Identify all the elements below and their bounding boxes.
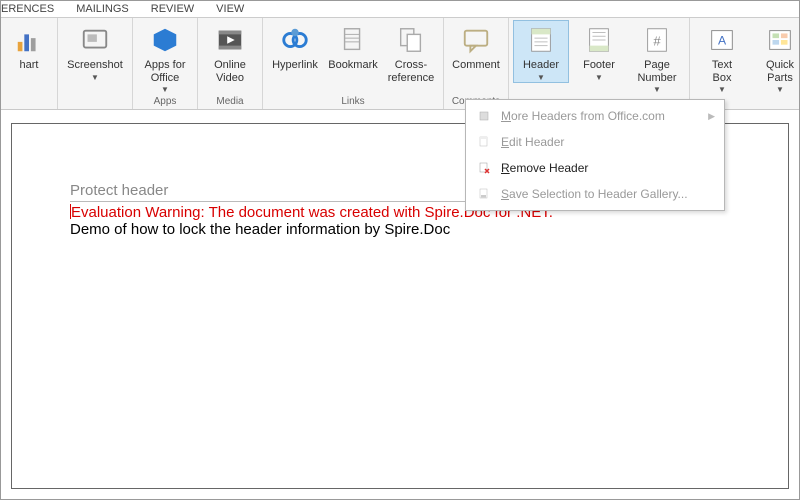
button-label: hart: [20, 59, 39, 72]
tab-references[interactable]: ERENCES: [1, 3, 54, 15]
edit-icon: [475, 133, 493, 151]
online-video-button[interactable]: OnlineVideo: [202, 20, 258, 84]
pagenum-icon: #: [641, 24, 673, 56]
group-label: Apps: [154, 95, 177, 108]
svg-text:A: A: [718, 34, 727, 48]
menu-item-label: More Headers from Office.com: [501, 109, 665, 123]
edit-header-item: Edit Header: [469, 129, 721, 155]
save-selection-item: Save Selection to Header Gallery...: [469, 181, 721, 207]
chevron-down-icon: ▼: [91, 73, 99, 82]
chevron-down-icon: ▼: [653, 85, 661, 94]
svg-text:#: #: [653, 34, 661, 49]
apps-for-office-button[interactable]: Apps forOffice▼: [137, 20, 193, 94]
chart-icon: [13, 24, 45, 56]
comment-icon: [460, 24, 492, 56]
footer-button[interactable]: Footer▼: [571, 20, 627, 82]
save-icon: [475, 185, 493, 203]
chevron-down-icon: ▼: [776, 85, 784, 94]
menu-tabs: ERENCES MAILINGS REVIEW VIEW: [1, 1, 799, 18]
comment-button[interactable]: Comment: [448, 20, 504, 72]
office-icon: [475, 107, 493, 125]
button-label: Comment: [452, 59, 500, 72]
button-label: Hyperlink: [272, 59, 318, 72]
quickparts-icon: [764, 24, 796, 56]
header-icon: [525, 24, 557, 56]
bookmark-button[interactable]: Bookmark: [325, 20, 381, 72]
chart-button[interactable]: hart: [5, 20, 53, 72]
more-headers-item: More Headers from Office.com ▶: [469, 103, 721, 129]
button-label: Cross-reference: [388, 59, 434, 84]
tab-review[interactable]: REVIEW: [151, 3, 194, 15]
button-label: Bookmark: [328, 59, 378, 72]
textbox-icon: A: [706, 24, 738, 56]
bookmark-icon: [337, 24, 369, 56]
menu-item-label: Edit Header: [501, 135, 564, 149]
header-button[interactable]: Header▼: [513, 20, 569, 83]
menu-item-label: Remove Header: [501, 161, 588, 175]
button-label: Footer: [583, 59, 615, 72]
apps-icon: [149, 24, 181, 56]
button-label: PageNumber: [637, 59, 676, 84]
button-label: OnlineVideo: [214, 59, 246, 84]
group-label: Links: [341, 95, 364, 108]
tab-mailings[interactable]: MAILINGS: [76, 3, 129, 15]
chevron-down-icon: ▼: [537, 73, 545, 82]
button-label: Apps forOffice: [145, 59, 186, 84]
tab-view[interactable]: VIEW: [216, 3, 244, 15]
button-label: TextBox: [712, 59, 732, 84]
link-icon: [279, 24, 311, 56]
group-label: Media: [216, 95, 243, 108]
chevron-down-icon: ▼: [718, 85, 726, 94]
button-label: Header: [523, 59, 559, 72]
remove-icon: [475, 159, 493, 177]
screenshot-icon: [79, 24, 111, 56]
footer-icon: [583, 24, 615, 56]
cross-reference-button[interactable]: Cross-reference: [383, 20, 439, 84]
ribbon: hartScreenshot▼Apps forOffice▼AppsOnline…: [1, 18, 799, 110]
page-number-button[interactable]: # PageNumber▼: [629, 20, 685, 94]
menu-item-label: Save Selection to Header Gallery...: [501, 187, 688, 201]
chevron-down-icon: ▼: [595, 73, 603, 82]
text-box-button[interactable]: A TextBox▼: [694, 20, 750, 94]
xref-icon: [395, 24, 427, 56]
remove-header-item[interactable]: Remove Header: [469, 155, 721, 181]
video-icon: [214, 24, 246, 56]
quick-parts-button[interactable]: QuickParts▼: [752, 20, 800, 94]
button-label: Screenshot: [67, 59, 123, 72]
submenu-arrow-icon: ▶: [708, 111, 715, 122]
body-text: Demo of how to lock the header informati…: [70, 221, 788, 238]
header-dropdown: More Headers from Office.com ▶ Edit Header…: [465, 99, 725, 211]
chevron-down-icon: ▼: [161, 85, 169, 94]
button-label: QuickParts: [766, 59, 794, 84]
hyperlink-button[interactable]: Hyperlink: [267, 20, 323, 72]
screenshot-button[interactable]: Screenshot▼: [62, 20, 128, 82]
